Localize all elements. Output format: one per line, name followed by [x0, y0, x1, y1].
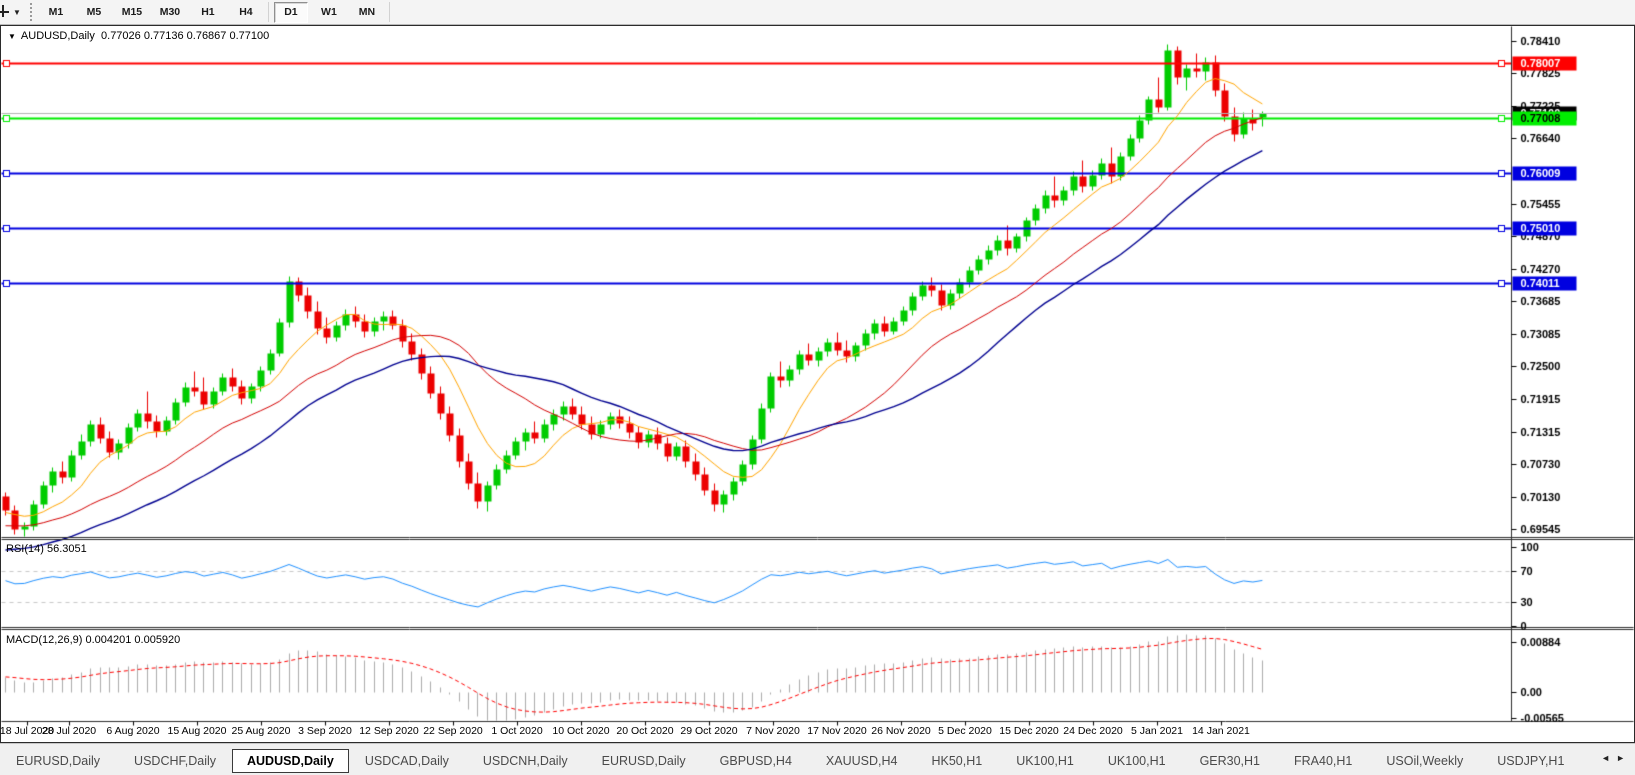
toolbar-separator — [268, 2, 269, 22]
timeframe-button-w1[interactable]: W1 — [312, 2, 346, 23]
price-chart-canvas[interactable] — [1, 26, 1634, 742]
tab-scroll-left-icon[interactable]: ◄ — [1601, 753, 1616, 763]
chart-tab-audusd-daily[interactable]: AUDUSD,Daily — [232, 749, 349, 773]
chart-tab-dj30-daily[interactable]: DJ30,Daily — [1582, 750, 1592, 773]
chevron-down-icon[interactable]: ▼ — [13, 8, 21, 17]
date-label: 17 Nov 2020 — [807, 725, 867, 737]
macd-indicator-label: MACD(12,26,9) 0.004201 0.005920 — [6, 634, 180, 646]
chart-tab-xauusd-h4[interactable]: XAUUSD,H4 — [810, 750, 914, 773]
timeframe-button-m1[interactable]: M1 — [39, 2, 73, 23]
date-label: 3 Sep 2020 — [298, 725, 352, 737]
toolbar-separator — [389, 2, 390, 22]
date-label: 28 Jul 2020 — [42, 725, 96, 737]
rsi-indicator-label: RSI(14) 56.3051 — [6, 543, 87, 555]
date-label: 24 Dec 2020 — [1063, 725, 1123, 737]
date-label: 7 Nov 2020 — [746, 725, 800, 737]
chart-symbol-label[interactable]: ▼ AUDUSD,Daily 0.77026 0.77136 0.76867 0.… — [8, 30, 269, 42]
date-label: 5 Jan 2021 — [1131, 725, 1183, 737]
date-label: 10 Oct 2020 — [552, 725, 609, 737]
toolbar-grip-handle[interactable] — [30, 3, 32, 21]
chart-tab-uk100-h1[interactable]: UK100,H1 — [1000, 750, 1090, 773]
timeframe-button-m15[interactable]: M15 — [115, 2, 149, 23]
chart-tab-uk100-h1[interactable]: UK100,H1 — [1092, 750, 1182, 773]
date-label: 14 Jan 2021 — [1192, 725, 1250, 737]
date-label: 22 Sep 2020 — [423, 725, 483, 737]
timeframe-button-h1[interactable]: H1 — [191, 2, 225, 23]
date-label: 29 Oct 2020 — [680, 725, 737, 737]
chart-tab-eurusd-daily[interactable]: EURUSD,Daily — [0, 750, 116, 773]
timeframe-button-d1[interactable]: D1 — [274, 2, 308, 23]
timeframe-button-mn[interactable]: MN — [350, 2, 384, 23]
date-label: 15 Aug 2020 — [168, 725, 227, 737]
chart-tab-eurusd-daily[interactable]: EURUSD,Daily — [586, 750, 702, 773]
symbol-dropdown-icon[interactable]: ▼ — [8, 32, 16, 41]
chart-tab-ger30-h1[interactable]: GER30,H1 — [1184, 750, 1276, 773]
date-axis[interactable]: 18 Jul 202028 Jul 20206 Aug 202015 Aug 2… — [1, 725, 1511, 741]
chart-tab-usdchf-daily[interactable]: USDCHF,Daily — [118, 750, 232, 773]
chart-tab-usdcnh-daily[interactable]: USDCNH,Daily — [467, 750, 584, 773]
symbol-title: AUDUSD,Daily — [21, 30, 95, 42]
ohlc-values: 0.77026 0.77136 0.76867 0.77100 — [101, 30, 269, 42]
timeframe-button-h4[interactable]: H4 — [229, 2, 263, 23]
top-toolbar: ▼ M1M5M15M30H1H4 D1W1MN — [0, 0, 1635, 25]
date-label: 6 Aug 2020 — [106, 725, 159, 737]
chart-tab-fra40-h1[interactable]: FRA40,H1 — [1278, 750, 1368, 773]
date-label: 5 Dec 2020 — [938, 725, 992, 737]
tab-scroll-right-icon[interactable]: ► — [1616, 753, 1631, 763]
timeframe-button-m5[interactable]: M5 — [77, 2, 111, 23]
chart-window: ▼ AUDUSD,Daily 0.77026 0.77136 0.76867 0.… — [0, 25, 1635, 743]
timeframe-button-m30[interactable]: M30 — [153, 2, 187, 23]
date-label: 15 Dec 2020 — [999, 725, 1059, 737]
date-label: 25 Aug 2020 — [232, 725, 291, 737]
date-label: 1 Oct 2020 — [491, 725, 542, 737]
chart-tab-usdjpy-h1[interactable]: USDJPY,H1 — [1481, 750, 1580, 773]
date-label: 26 Nov 2020 — [871, 725, 931, 737]
date-label: 12 Sep 2020 — [359, 725, 419, 737]
chart-tab-bar: EURUSD,DailyUSDCHF,DailyAUDUSD,DailyUSDC… — [0, 743, 1635, 775]
tab-scroll-arrows: ◄► — [1601, 753, 1631, 763]
chart-tab-gbpusd-h4[interactable]: GBPUSD,H4 — [704, 750, 808, 773]
chart-tab-hk50-h1[interactable]: HK50,H1 — [915, 750, 998, 773]
chart-tab-usdcad-daily[interactable]: USDCAD,Daily — [349, 750, 465, 773]
crosshair-tool-icon[interactable] — [0, 5, 11, 19]
chart-tab-usoil-weekly[interactable]: USOil,Weekly — [1370, 750, 1479, 773]
date-label: 20 Oct 2020 — [616, 725, 673, 737]
